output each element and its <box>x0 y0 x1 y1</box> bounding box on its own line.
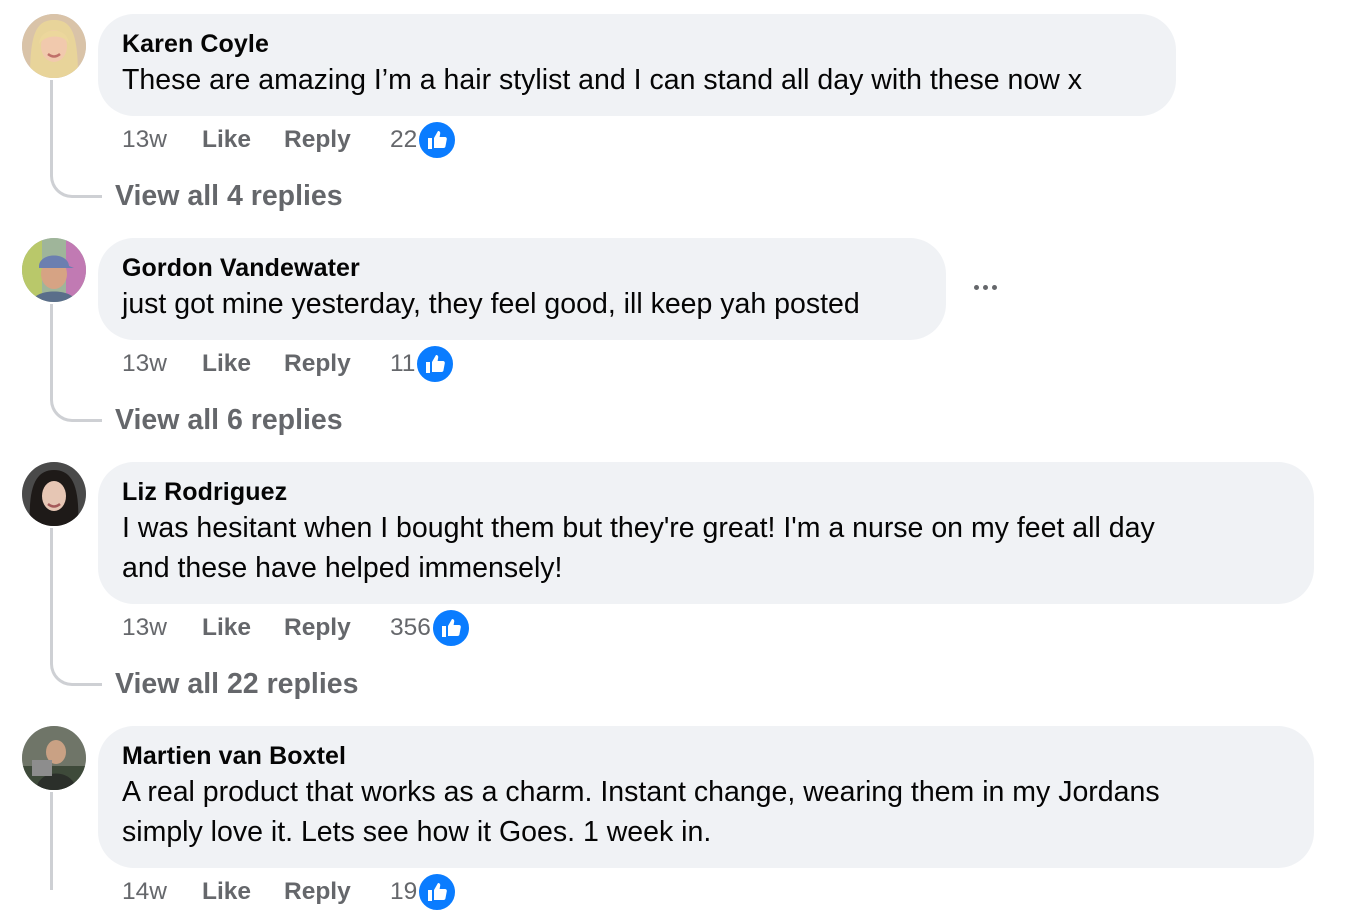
thread-line <box>50 528 102 686</box>
comment-bubble: Gordon Vandewater just got mine yesterda… <box>98 238 946 340</box>
comment-timestamp[interactable]: 13w <box>122 614 202 642</box>
reply-button[interactable]: Reply <box>284 350 390 378</box>
avatar[interactable] <box>22 726 86 790</box>
avatar[interactable] <box>22 462 86 526</box>
comment-bubble: Liz Rodriguez I was hesitant when I boug… <box>98 462 1314 604</box>
reply-button[interactable]: Reply <box>284 878 390 906</box>
thread-line <box>50 80 102 198</box>
comment-text-line: These are amazing I’m a hair stylist and… <box>122 64 1082 96</box>
reply-button[interactable]: Reply <box>284 614 390 642</box>
comment-text-line: A real product that works as a charm. In… <box>122 776 1160 808</box>
comment-author[interactable]: Martien van Boxtel <box>122 740 1290 772</box>
comment-timestamp[interactable]: 13w <box>122 350 202 378</box>
avatar[interactable] <box>22 238 86 302</box>
comment-timestamp[interactable]: 13w <box>122 126 202 154</box>
thumbs-up-icon[interactable] <box>430 608 471 648</box>
avatar[interactable] <box>22 14 86 78</box>
comment-actions: 14w Like Reply 19 <box>122 872 458 912</box>
comment-actions: 13w Like Reply 11 <box>122 344 456 384</box>
comment-text-line: simply love it. Lets see how it Goes. 1 … <box>122 816 712 848</box>
more-options-icon[interactable] <box>965 267 1005 307</box>
reaction-count[interactable]: 11 <box>390 350 415 378</box>
reply-button[interactable]: Reply <box>284 126 390 154</box>
comment-actions: 13w Like Reply 356 <box>122 608 471 648</box>
comment-author[interactable]: Karen Coyle <box>122 28 1152 60</box>
reaction-count[interactable]: 22 <box>390 126 417 154</box>
thread-line <box>50 304 102 422</box>
view-replies-link[interactable]: View all 4 replies <box>115 176 343 216</box>
thread-line <box>50 792 102 890</box>
view-replies-link[interactable]: View all 6 replies <box>115 400 343 440</box>
comment-author[interactable]: Liz Rodriguez <box>122 476 1290 508</box>
comment-text-line: I was hesitant when I bought them but th… <box>122 512 1155 544</box>
like-button[interactable]: Like <box>202 350 284 378</box>
comment-text-line: just got mine yesterday, they feel good,… <box>122 288 860 320</box>
comment-author[interactable]: Gordon Vandewater <box>122 252 922 284</box>
thumbs-up-icon[interactable] <box>417 872 458 912</box>
comment-bubble: Martien van Boxtel A real product that w… <box>98 726 1314 868</box>
comment-text-line: and these have helped immensely! <box>122 552 563 584</box>
thumbs-up-icon[interactable] <box>417 120 458 160</box>
comment-bubble: Karen Coyle These are amazing I’m a hair… <box>98 14 1176 116</box>
like-button[interactable]: Like <box>202 614 284 642</box>
reaction-count[interactable]: 356 <box>390 614 431 642</box>
view-replies-link[interactable]: View all 22 replies <box>115 664 358 704</box>
like-button[interactable]: Like <box>202 126 284 154</box>
comment-timestamp[interactable]: 14w <box>122 878 202 906</box>
thumbs-up-icon[interactable] <box>415 344 456 384</box>
like-button[interactable]: Like <box>202 878 284 906</box>
reaction-count[interactable]: 19 <box>390 878 417 906</box>
comment-actions: 13w Like Reply 22 <box>122 120 458 160</box>
